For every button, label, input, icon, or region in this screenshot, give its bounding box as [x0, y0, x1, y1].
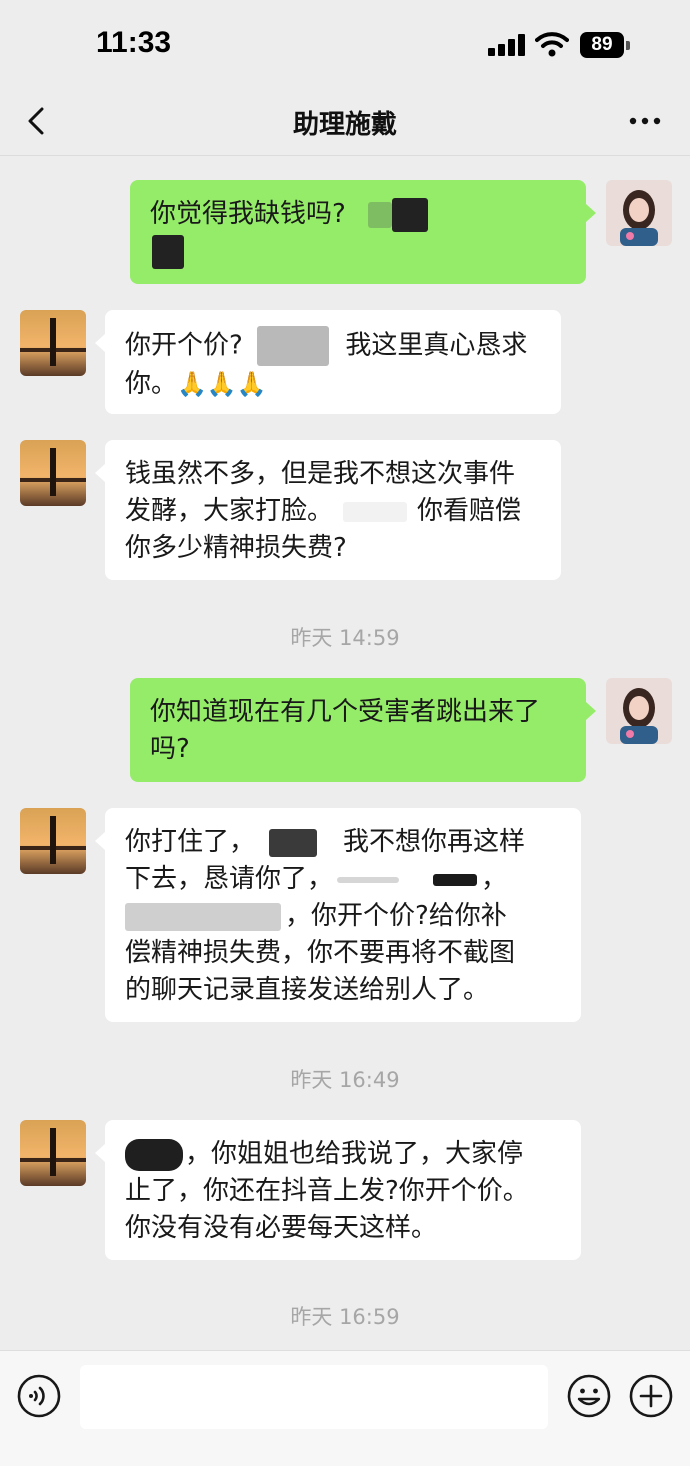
- redaction-block: [343, 501, 408, 522]
- redaction-block: [269, 828, 318, 857]
- redaction-block: [152, 234, 184, 269]
- message-text: ，: [481, 864, 508, 894]
- message-text: 你没有没有必要每天这样。: [125, 1213, 438, 1243]
- message-text: 我这里真心恳求: [345, 330, 528, 361]
- status-bar: 11:33 89: [0, 0, 690, 90]
- timestamp: 昨天 14:59: [290, 626, 400, 650]
- battery-icon: 89: [580, 32, 630, 58]
- chat-header: 助理施戴: [0, 90, 690, 156]
- self-avatar[interactable]: [606, 180, 672, 246]
- redaction-block: [125, 1138, 183, 1171]
- message-text: 钱虽然不多，但是我不想这次事件: [125, 459, 516, 489]
- message-received[interactable]: ，你姐姐也给我说了，大家停 止了，你还在抖音上发?你开个价。 你没有没有必要每天…: [95, 1120, 581, 1260]
- emoji-icon[interactable]: [566, 1373, 612, 1419]
- redaction-block: [257, 326, 330, 366]
- battery-level: 89: [580, 32, 624, 58]
- more-dots-icon[interactable]: [628, 114, 662, 128]
- chat-title: 助理施戴: [292, 110, 397, 140]
- contact-avatar[interactable]: [20, 310, 86, 376]
- message-text: 偿精神损失费，你不要再将不截图: [125, 938, 516, 968]
- message-text: 下去，恳请你了，: [125, 864, 334, 894]
- message-text: 吗?: [150, 734, 190, 764]
- redaction-block: [433, 873, 478, 886]
- message-text: 你。: [125, 369, 178, 399]
- redaction-block: [368, 201, 393, 228]
- message-text: 的聊天记录直接发送给别人了。: [125, 975, 490, 1005]
- redaction-block: [125, 902, 281, 931]
- message-text: 你觉得我缺钱吗?: [150, 199, 346, 229]
- contact-avatar[interactable]: [20, 808, 86, 874]
- contact-avatar[interactable]: [20, 440, 86, 506]
- message-sent[interactable]: 你觉得我缺钱吗?: [130, 180, 596, 284]
- timestamp: 昨天 16:49: [290, 1068, 400, 1092]
- redaction-block: [392, 197, 429, 232]
- message-text: 我不想你再这样: [343, 827, 526, 857]
- message-text: 你开个价?: [125, 330, 243, 361]
- message-text: 你打住了，: [125, 827, 256, 857]
- input-bar: [0, 1350, 690, 1466]
- message-text: 你多少精神损失费?: [125, 533, 347, 563]
- message-text: 发酵，大家打脸。: [125, 496, 334, 526]
- voice-icon[interactable]: [16, 1373, 62, 1419]
- redaction-block: [337, 876, 400, 883]
- status-time: 11:33: [96, 26, 172, 59]
- message-input[interactable]: [80, 1365, 548, 1429]
- plus-icon[interactable]: [628, 1373, 674, 1419]
- message-text: ，你姐姐也给我说了，大家停: [185, 1139, 524, 1169]
- message-text: 你看赔偿: [417, 496, 522, 526]
- message-sent[interactable]: 你知道现在有几个受害者跳出来了 吗?: [130, 678, 596, 782]
- message-text: 止了，你还在抖音上发?你开个价。: [125, 1176, 529, 1206]
- wifi-icon: [535, 32, 569, 57]
- message-received[interactable]: 钱虽然不多，但是我不想这次事件 发酵，大家打脸。 你看赔偿 你多少精神损失费?: [95, 440, 561, 580]
- timestamp: 昨天 16:59: [290, 1305, 400, 1329]
- message-received[interactable]: 你开个价? 我这里真心恳求 你。🙏🙏🙏: [95, 310, 561, 414]
- signal-icon: [488, 34, 526, 56]
- self-avatar[interactable]: [606, 678, 672, 744]
- contact-avatar[interactable]: [20, 1120, 86, 1186]
- message-text: 你知道现在有几个受害者跳出来了: [150, 697, 541, 727]
- message-received[interactable]: 你打住了， 我不想你再这样 下去，恳请你了， ， ，你开个价?给你补 偿精神损失费，…: [95, 808, 581, 1022]
- message-text: ，你开个价?给你补: [285, 901, 507, 931]
- pray-emoji: 🙏🙏🙏: [177, 370, 267, 398]
